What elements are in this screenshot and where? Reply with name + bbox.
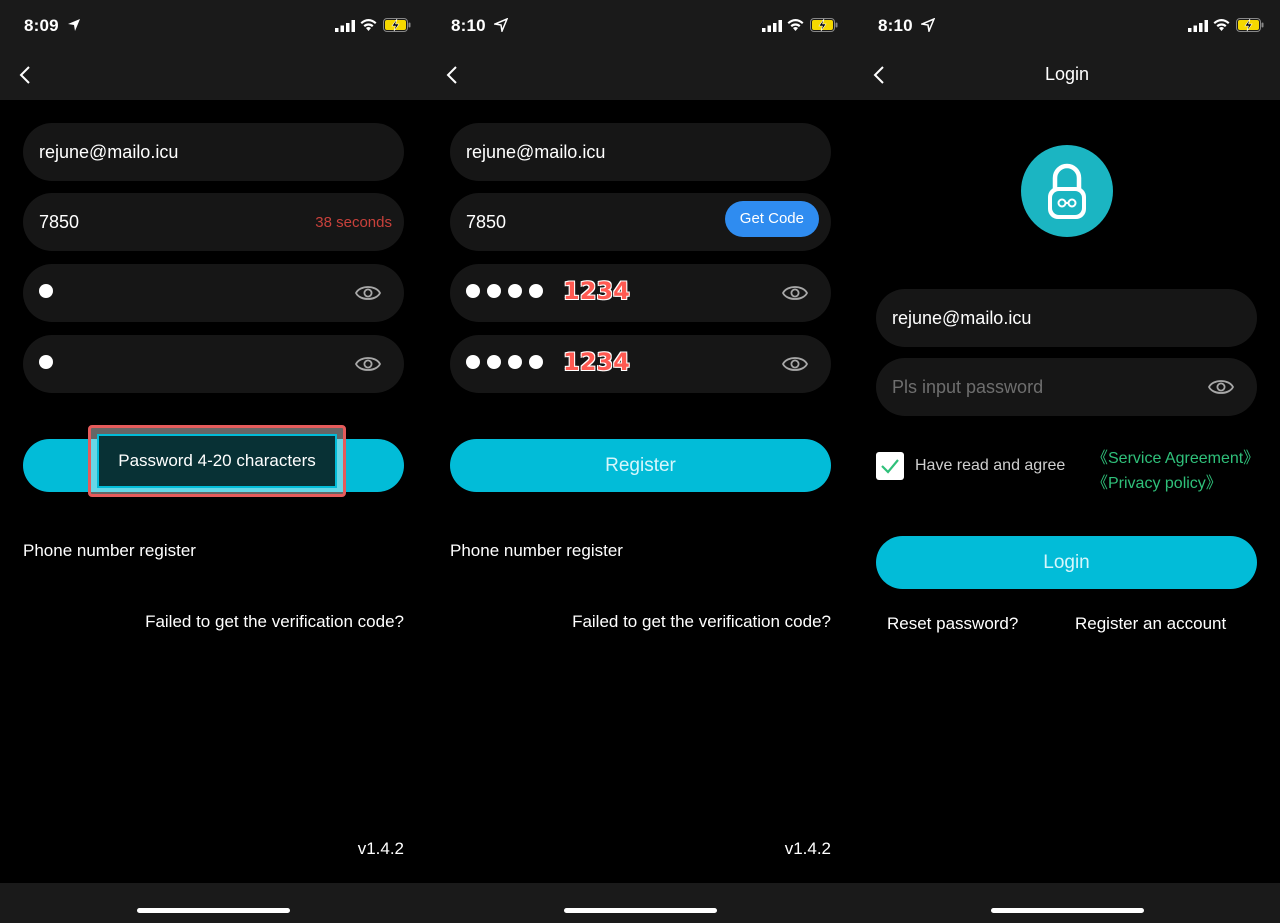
email-value: rejune@mailo.icu [892,308,1032,328]
location-arrow-icon [921,18,935,32]
eye-icon[interactable] [782,282,808,304]
home-indicator[interactable] [564,908,717,913]
padlock-icon [1048,163,1086,219]
confirm-password-dots [466,355,543,369]
phone-register-link[interactable]: Phone number register [23,541,196,561]
agreement-row: Have read and agree 《Service Agreement》 … [876,440,1266,500]
home-indicator-area [854,883,1280,923]
code-value: 7850 [39,212,80,232]
wifi-icon [787,19,804,31]
status-bar: 8:10 [427,0,854,50]
nav-bar: Login [854,50,1280,100]
eye-icon[interactable] [355,353,381,375]
cellular-signal-icon [762,20,782,32]
login-button[interactable]: Login [876,536,1257,589]
register-screen-error: 8:09 rejune@mailo.icu 7850 38 seconds Re… [0,0,427,923]
home-indicator-area [427,883,854,923]
password-field[interactable] [23,264,404,322]
agree-checkbox[interactable] [876,452,904,480]
email-value: rejune@mailo.icu [39,142,179,162]
agree-text: Have read and agree [915,457,1066,474]
reset-password-link[interactable]: Reset password? [887,614,1018,634]
app-version: v1.4.2 [357,839,404,858]
verification-code-field[interactable]: 7850 38 seconds [23,193,404,251]
password-placeholder: Pls input password [892,377,1044,397]
wifi-icon [360,19,377,31]
verification-code-field[interactable]: 7850 Get Code [450,193,831,251]
phone-register-link[interactable]: Phone number register [450,541,623,561]
confirm-password-dots [39,355,53,369]
code-value: 7850 [466,212,507,232]
error-toast: Password 4-20 characters [97,434,337,488]
password-input[interactable]: Pls input password [876,358,1257,416]
location-arrow-icon [68,19,80,31]
home-indicator[interactable] [991,908,1144,913]
back-arrow-icon[interactable] [18,65,32,85]
wifi-icon [1213,19,1230,31]
status-time: 8:10 [451,16,486,35]
email-value: rejune@mailo.icu [466,142,606,162]
app-version: v1.4.2 [784,839,831,858]
register-button[interactable]: Register [450,439,831,492]
status-bar: 8:10 [854,0,1280,50]
status-time: 8:09 [24,16,59,35]
eye-icon[interactable] [355,282,381,304]
home-indicator-area [0,883,427,923]
back-arrow-icon[interactable] [445,65,459,85]
status-time: 8:10 [878,16,913,35]
nav-bar [427,50,854,100]
page-title: Login [1044,64,1090,84]
register-screen-filled: 8:10 rejune@mailo.icu 7850 Get Code 1234… [427,0,854,923]
eye-icon[interactable] [1208,376,1234,398]
privacy-policy-link[interactable]: 《Privacy policy》 [1092,469,1222,493]
email-field[interactable]: rejune@mailo.icu [23,123,404,181]
password-dots [466,284,543,298]
nav-bar [0,50,427,100]
cellular-signal-icon [335,20,355,32]
email-field[interactable]: rejune@mailo.icu [450,123,831,181]
password-field[interactable]: 1234 [450,264,831,322]
checkmark-icon [881,459,899,474]
failed-code-link[interactable]: Failed to get the verification code? [145,612,404,632]
get-code-button[interactable]: Get Code [724,201,819,237]
battery-charging-icon [383,18,411,32]
confirm-password-field[interactable] [23,335,404,393]
home-indicator[interactable] [137,908,290,913]
register-account-link[interactable]: Register an account [1075,614,1226,634]
eye-icon[interactable] [782,353,808,375]
location-arrow-icon [494,18,508,32]
countdown-timer: 38 seconds [315,214,392,231]
battery-charging-icon [1236,18,1264,32]
confirm-password-field[interactable]: 1234 [450,335,831,393]
failed-code-link[interactable]: Failed to get the verification code? [572,612,831,632]
status-bar: 8:09 [0,0,427,50]
password-dots [39,284,53,298]
confirm-password-annotation: 1234 [563,348,630,376]
app-logo [1021,145,1113,237]
cellular-signal-icon [1188,20,1208,32]
email-field[interactable]: rejune@mailo.icu [876,289,1257,347]
password-annotation: 1234 [563,277,630,305]
battery-charging-icon [810,18,838,32]
login-screen: 8:10 Login rejune@mailo.icu Pls input pa… [854,0,1280,923]
service-agreement-link[interactable]: 《Service Agreement》 [1092,444,1259,468]
